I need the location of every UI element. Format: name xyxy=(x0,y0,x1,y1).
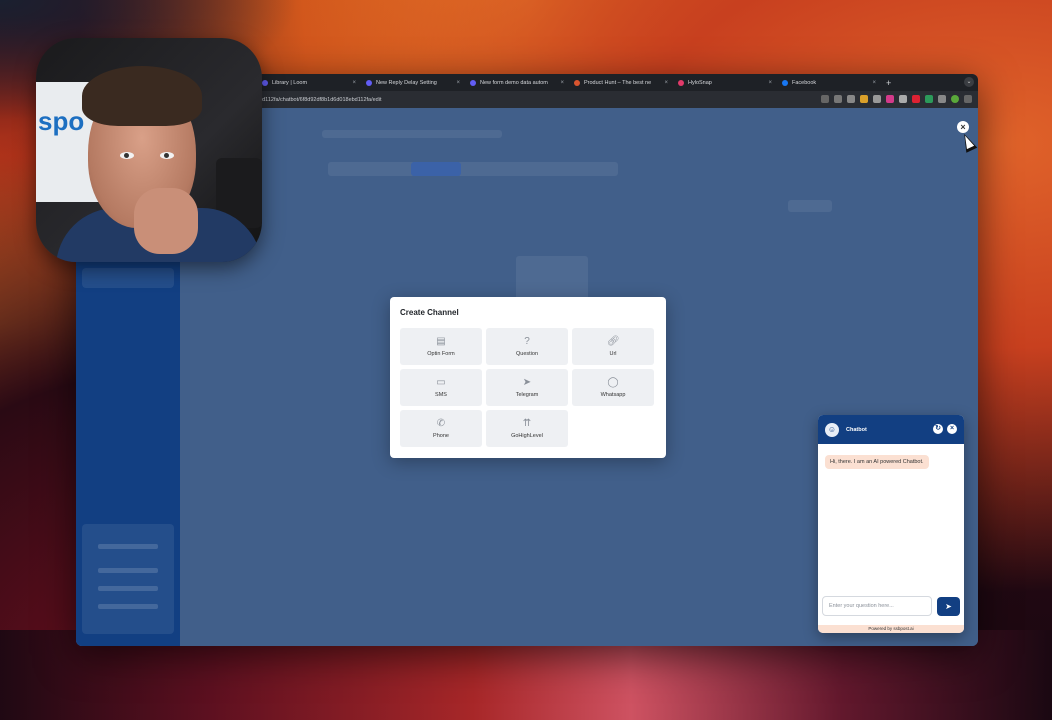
app-icon xyxy=(366,79,372,86)
new-tab-button[interactable]: + xyxy=(886,78,891,88)
sidebar-card-line xyxy=(98,586,158,591)
channel-url[interactable]: 🔗︎ Url xyxy=(572,328,654,365)
tab-facebook[interactable]: Facebook × xyxy=(776,74,880,91)
tab-label: New Reply Delay Setting xyxy=(376,79,437,86)
person-hand xyxy=(134,188,198,254)
form-icon: ▤ xyxy=(436,336,446,347)
extension-icon[interactable] xyxy=(873,95,881,103)
channel-phone[interactable]: ✆ Phone xyxy=(400,410,482,447)
question-icon: ? xyxy=(524,336,530,347)
channel-label: Optin Form xyxy=(427,351,455,357)
dimmed-active-tab xyxy=(411,162,461,176)
chatbot-header: ☺ Chatbot ↻ × xyxy=(818,415,964,444)
tab-search-icon[interactable]: ⌄ xyxy=(964,77,974,87)
extension-icon[interactable] xyxy=(912,95,920,103)
sidebar-item[interactable] xyxy=(82,268,174,288)
channel-label: Url xyxy=(609,351,617,357)
channel-label: SMS xyxy=(435,392,447,398)
loom-icon xyxy=(262,79,268,86)
person-eye xyxy=(120,152,134,159)
dimmed-button xyxy=(788,200,832,212)
kebab-menu-icon[interactable] xyxy=(964,95,972,103)
close-tab-icon[interactable]: × xyxy=(664,80,668,86)
close-tab-icon[interactable]: × xyxy=(560,80,564,86)
puzzle-icon[interactable] xyxy=(938,95,946,103)
send-button[interactable]: ➤ xyxy=(937,597,960,616)
channel-sms[interactable]: ▭ SMS xyxy=(400,369,482,406)
sidebar-card-line xyxy=(98,544,158,549)
webcam-overlay: spo xyxy=(36,38,262,262)
channel-label: Phone xyxy=(433,433,449,439)
bot-message: Hi, there. I am an AI powered Chatbot. xyxy=(825,455,929,469)
channel-label: Whatsapp xyxy=(600,392,626,398)
tab-label: HyloSnap xyxy=(688,79,712,86)
profile-avatar[interactable] xyxy=(951,95,959,103)
dimmed-tabs xyxy=(328,162,618,176)
refresh-icon[interactable]: ↻ xyxy=(933,424,943,434)
channel-telegram[interactable]: ➤ Telegram xyxy=(486,369,568,406)
chrome-ext-icon[interactable] xyxy=(860,95,868,103)
phone-icon: ✆ xyxy=(436,418,446,429)
tab-library-loom[interactable]: Library | Loom × xyxy=(256,74,360,91)
bookmark-star-icon[interactable] xyxy=(821,95,829,103)
facebook-icon xyxy=(782,79,788,86)
tab-label: New form demo data autom xyxy=(480,79,548,86)
shield-icon[interactable] xyxy=(899,95,907,103)
channel-question[interactable]: ? Question xyxy=(486,328,568,365)
close-tab-icon[interactable]: × xyxy=(872,80,876,86)
whatsapp-icon: ◯ xyxy=(607,377,619,388)
hylosnap-icon xyxy=(678,79,684,86)
tab-reply-delay[interactable]: New Reply Delay Setting × xyxy=(360,74,464,91)
sidebar-card xyxy=(82,524,174,634)
extension-icon[interactable] xyxy=(886,95,894,103)
close-tab-icon[interactable]: × xyxy=(352,80,356,86)
chatbot-widget: ☺ Chatbot ↻ × Hi, there. I am an AI powe… xyxy=(818,415,964,633)
tab-label: Library | Loom xyxy=(272,79,308,86)
person-hair xyxy=(82,66,202,126)
app-icon xyxy=(470,79,476,86)
extension-icon[interactable] xyxy=(925,95,933,103)
gohighlevel-icon: ⇈ xyxy=(522,418,532,429)
chat-input[interactable]: Enter your question here... xyxy=(822,596,932,616)
sidebar-card-line xyxy=(98,604,158,609)
channel-optin-form[interactable]: ▤ Optin Form xyxy=(400,328,482,365)
person-eye xyxy=(160,152,174,159)
channel-label: GoHighLevel xyxy=(511,433,543,439)
create-channel-modal: Create Channel ▤ Optin Form ? Question 🔗… xyxy=(390,297,666,458)
sidebar-card-line xyxy=(98,568,158,573)
tab-label: Facebook xyxy=(792,79,817,86)
channel-whatsapp[interactable]: ◯ Whatsapp xyxy=(572,369,654,406)
product-hunt-icon xyxy=(574,79,580,86)
bot-avatar-icon: ☺ xyxy=(825,422,839,437)
chatbot-title: Chatbot xyxy=(846,426,867,433)
telegram-icon: ➤ xyxy=(522,377,532,388)
tab-product-hunt[interactable]: Product Hunt – The best ne × xyxy=(568,74,672,91)
tab-hylosnap[interactable]: HyloSnap × xyxy=(672,74,776,91)
extension-icon[interactable] xyxy=(847,95,855,103)
link-icon: 🔗︎ xyxy=(607,336,620,347)
channel-gohighlevel[interactable]: ⇈ GoHighLevel xyxy=(486,410,568,447)
channel-grid: ▤ Optin Form ? Question 🔗︎ Url ▭ SMS ➤ T… xyxy=(400,328,654,447)
tab-form-demo[interactable]: New form demo data autom × xyxy=(464,74,568,91)
channel-label: Telegram xyxy=(515,392,539,398)
sms-icon: ▭ xyxy=(436,377,446,388)
url-text: ebd112fa/chatbot/6f8d92df8b1d6d018ebd112… xyxy=(256,96,382,103)
tab-label: Product Hunt – The best ne xyxy=(584,79,652,86)
close-chat-icon[interactable]: × xyxy=(947,424,957,434)
modal-title: Create Channel xyxy=(400,308,459,317)
close-tab-icon[interactable]: × xyxy=(768,80,772,86)
dimmed-breadcrumb xyxy=(322,130,502,138)
channel-label: Question xyxy=(515,351,538,357)
close-tab-icon[interactable]: × xyxy=(456,80,460,86)
background-sign-text: spo xyxy=(38,106,85,136)
extension-icons xyxy=(821,95,972,103)
chatbot-footer: Powered by ssbpost.ai xyxy=(818,625,964,633)
pen-icon[interactable] xyxy=(834,95,842,103)
